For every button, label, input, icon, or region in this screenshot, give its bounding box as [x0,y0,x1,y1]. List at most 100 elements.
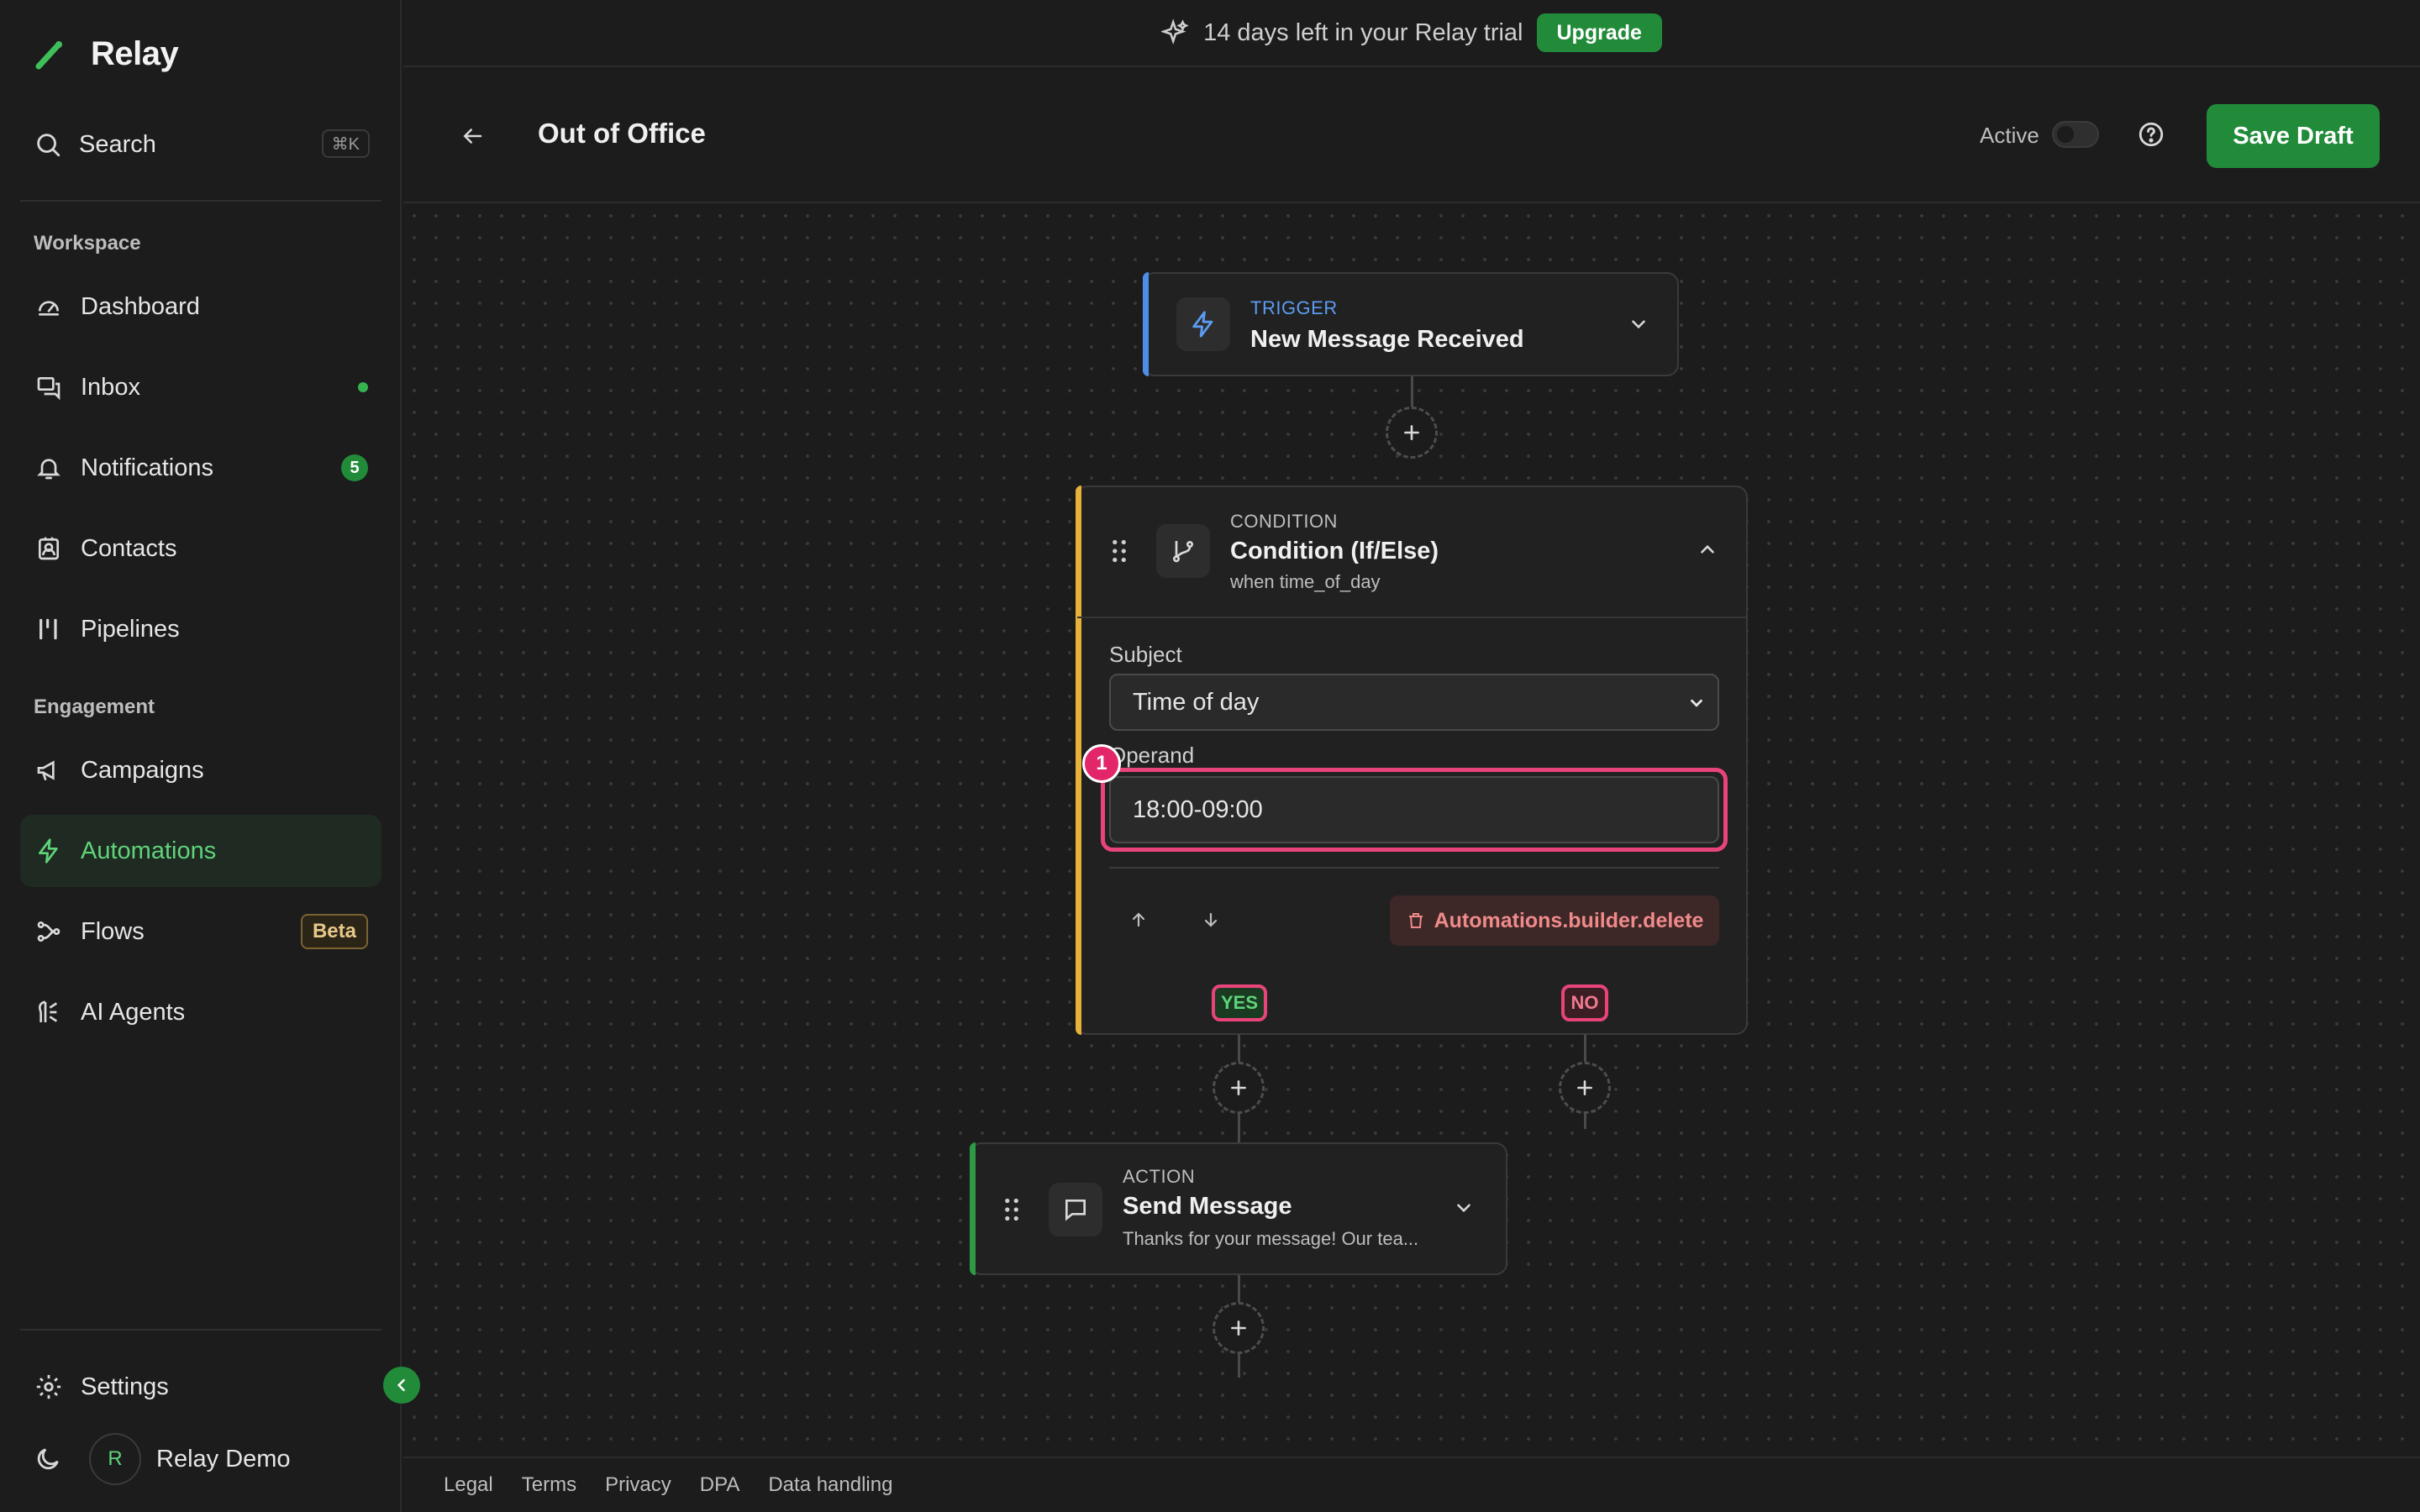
node-kind: TRIGGER [1250,297,1338,318]
sidebar-item-label: Campaigns [81,756,204,784]
help-icon [2139,122,2164,147]
expand-button[interactable] [1450,1194,1477,1221]
node-kind: CONDITION [1230,511,1338,532]
operand-input[interactable]: 18:00-09:00 [1109,776,1719,843]
footer-link-privacy[interactable]: Privacy [605,1473,671,1497]
pipeline-icon [39,618,57,640]
footer-link-legal[interactable]: Legal [444,1473,493,1497]
sidebar-item-automations[interactable]: Automations [20,815,381,887]
message-icon [1065,1200,1086,1221]
branch-icon [1173,541,1193,563]
flow-canvas[interactable]: TRIGGER New Message Received CONDITION C… [403,205,2420,1457]
add-step-button[interactable] [1213,1302,1265,1354]
app-name: Relay [91,35,179,72]
subject-label: Subject [1109,642,1182,667]
active-label: Active [1980,123,2039,148]
trial-banner: 14 days left in your Relay trial Upgrade [403,0,2420,67]
drag-handle[interactable] [1107,538,1131,564]
chevron-up-icon [1701,544,1714,554]
node-divider [1109,867,1719,869]
sidebar-item-label: Automations [81,837,217,864]
search-label: Search [79,130,156,158]
sidebar-item-contacts[interactable]: Contacts [20,512,381,585]
sidebar-item-settings[interactable]: Settings [20,1351,381,1423]
trigger-node[interactable]: TRIGGER New Message Received [1143,272,1679,376]
sidebar-item-label: AI Agents [81,998,186,1026]
sidebar-item-label: Flows [81,917,145,945]
search-shortcut: ⌘K [321,129,370,158]
section-engagement: Engagement [34,696,155,718]
collapse-button[interactable] [1694,536,1721,563]
sidebar-item-notifications[interactable]: Notifications 5 [20,432,381,504]
footer-link-terms[interactable]: Terms [522,1473,576,1497]
dashboard-icon [39,301,59,316]
bolt-icon [1192,311,1213,338]
drag-handle[interactable] [1000,1196,1023,1223]
add-yes-step-button[interactable] [1213,1062,1265,1114]
plus-icon [1577,1080,1592,1095]
expand-button[interactable] [1625,311,1652,338]
sidebar-item-label: Inbox [81,373,140,401]
footer-link-dpa[interactable]: DPA [700,1473,740,1497]
node-accent [1076,486,1081,1035]
page-header: Out of Office Active Save Draft [403,69,2420,203]
node-icon [1049,1183,1102,1236]
search-button[interactable]: Search ⌘K [34,124,370,165]
sidebar-item-pipelines[interactable]: Pipelines [20,593,381,665]
ai-agent-icon [38,1000,58,1022]
chevron-down-icon [1632,320,1645,329]
sidebar-item-label: Notifications [81,454,213,481]
sidebar-item-campaigns[interactable]: Campaigns [20,734,381,806]
sparkles-icon [1161,18,1189,45]
flows-icon [37,921,60,942]
relay-logo-icon [35,40,62,69]
help-button[interactable] [2134,118,2168,151]
sidebar-item-label: Settings [81,1373,169,1400]
node-subtitle: when time_of_day [1230,571,1381,592]
upgrade-button[interactable]: Upgrade [1536,13,1662,52]
search-icon [37,134,60,157]
move-down-button[interactable] [1198,907,1223,932]
node-title: Send Message [1123,1193,1292,1220]
subject-select[interactable]: Time of day [1109,674,1719,731]
active-toggle[interactable] [2052,121,2099,148]
inbox-icon [37,377,60,401]
condition-node[interactable]: CONDITION Condition (If/Else) when time_… [1076,486,1748,1035]
yes-branch-tag: YES [1212,984,1267,1021]
moon-icon[interactable] [34,1445,62,1473]
megaphone-icon [37,760,55,780]
user-menu[interactable]: R Relay Demo [34,1433,291,1485]
bell-icon [37,459,60,480]
move-up-button[interactable] [1126,907,1151,932]
add-no-step-button[interactable] [1559,1062,1611,1114]
plus-icon [1404,425,1419,440]
subject-value: Time of day [1133,688,1260,716]
delete-step-button[interactable]: Automations.builder.delete [1390,895,1719,946]
chevron-down-icon [1457,1204,1470,1213]
plus-icon [1231,1080,1246,1095]
operand-value: 18:00-09:00 [1133,795,1263,823]
arrow-left-icon [463,129,482,144]
node-icon [1156,524,1210,578]
sidebar-item-ai-agents[interactable]: AI Agents [20,976,381,1048]
action-node[interactable]: ACTION Send Message Thanks for your mess… [970,1142,1507,1275]
arrow-down-icon [1204,912,1218,927]
app-logo[interactable]: Relay [34,35,179,73]
footer-link-data-handling[interactable]: Data handling [768,1473,892,1497]
add-step-button[interactable] [1386,407,1438,459]
annotation-marker: 1 [1082,744,1121,783]
sidebar-item-flows[interactable]: Flows Beta [20,895,381,968]
back-button[interactable] [454,118,491,155]
user-name: Relay Demo [156,1445,291,1473]
sidebar-item-dashboard[interactable]: Dashboard [20,270,381,343]
footer: Legal Terms Privacy DPA Data handling [403,1457,2420,1512]
sidebar-divider [20,1329,381,1331]
sidebar-item-label: Contacts [81,534,177,562]
avatar[interactable]: R [89,1433,141,1485]
trial-text: 14 days left in your Relay trial [1203,18,1523,46]
sidebar-item-inbox[interactable]: Inbox [20,351,381,423]
node-kind: ACTION [1123,1166,1196,1187]
sidebar-divider [20,200,381,202]
collapse-sidebar-button[interactable] [383,1367,420,1404]
save-draft-button[interactable]: Save Draft [2207,104,2380,168]
